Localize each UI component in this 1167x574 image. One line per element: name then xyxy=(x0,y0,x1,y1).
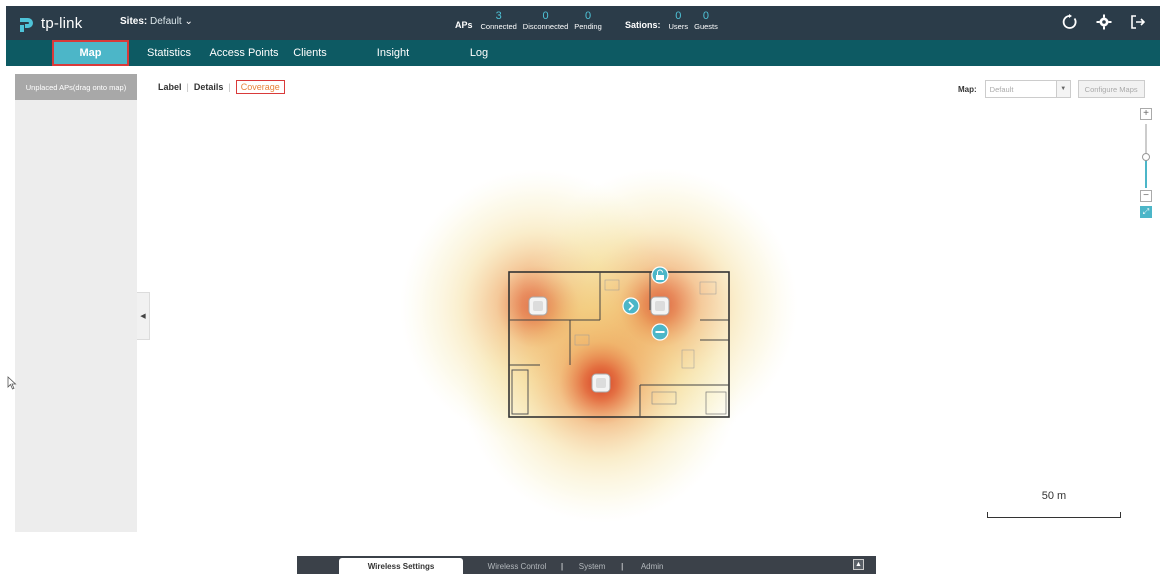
tab-admin[interactable]: Admin xyxy=(627,558,677,574)
separator: | xyxy=(561,561,564,571)
tab-label: System xyxy=(578,561,606,571)
tab-label: Admin xyxy=(640,561,664,571)
access-point-1[interactable] xyxy=(528,296,548,316)
scale-bar xyxy=(987,512,1121,518)
scale-label: 50 m xyxy=(1041,490,1067,502)
tab-label: Wireless Control xyxy=(487,561,547,571)
bottom-settings-bar: Wireless Settings Wireless Control | Sys… xyxy=(297,556,876,574)
coverage-heatmap xyxy=(400,168,798,523)
separator: | xyxy=(621,561,624,571)
expand-arrow-icon[interactable] xyxy=(622,297,640,315)
remove-icon[interactable] xyxy=(651,323,669,341)
tab-label: Wireless Settings xyxy=(367,561,435,571)
tab-wireless-settings[interactable]: Wireless Settings xyxy=(339,558,463,574)
expand-panel-icon[interactable]: ▲ xyxy=(853,559,864,570)
tab-system[interactable]: System xyxy=(567,558,617,574)
map-canvas[interactable] xyxy=(0,0,1167,574)
access-point-3[interactable] xyxy=(591,373,611,393)
access-point-2[interactable] xyxy=(650,296,670,316)
unlock-icon[interactable] xyxy=(651,266,669,284)
tab-wireless-control[interactable]: Wireless Control xyxy=(477,558,557,574)
map-scale: 50 m xyxy=(987,490,1121,518)
